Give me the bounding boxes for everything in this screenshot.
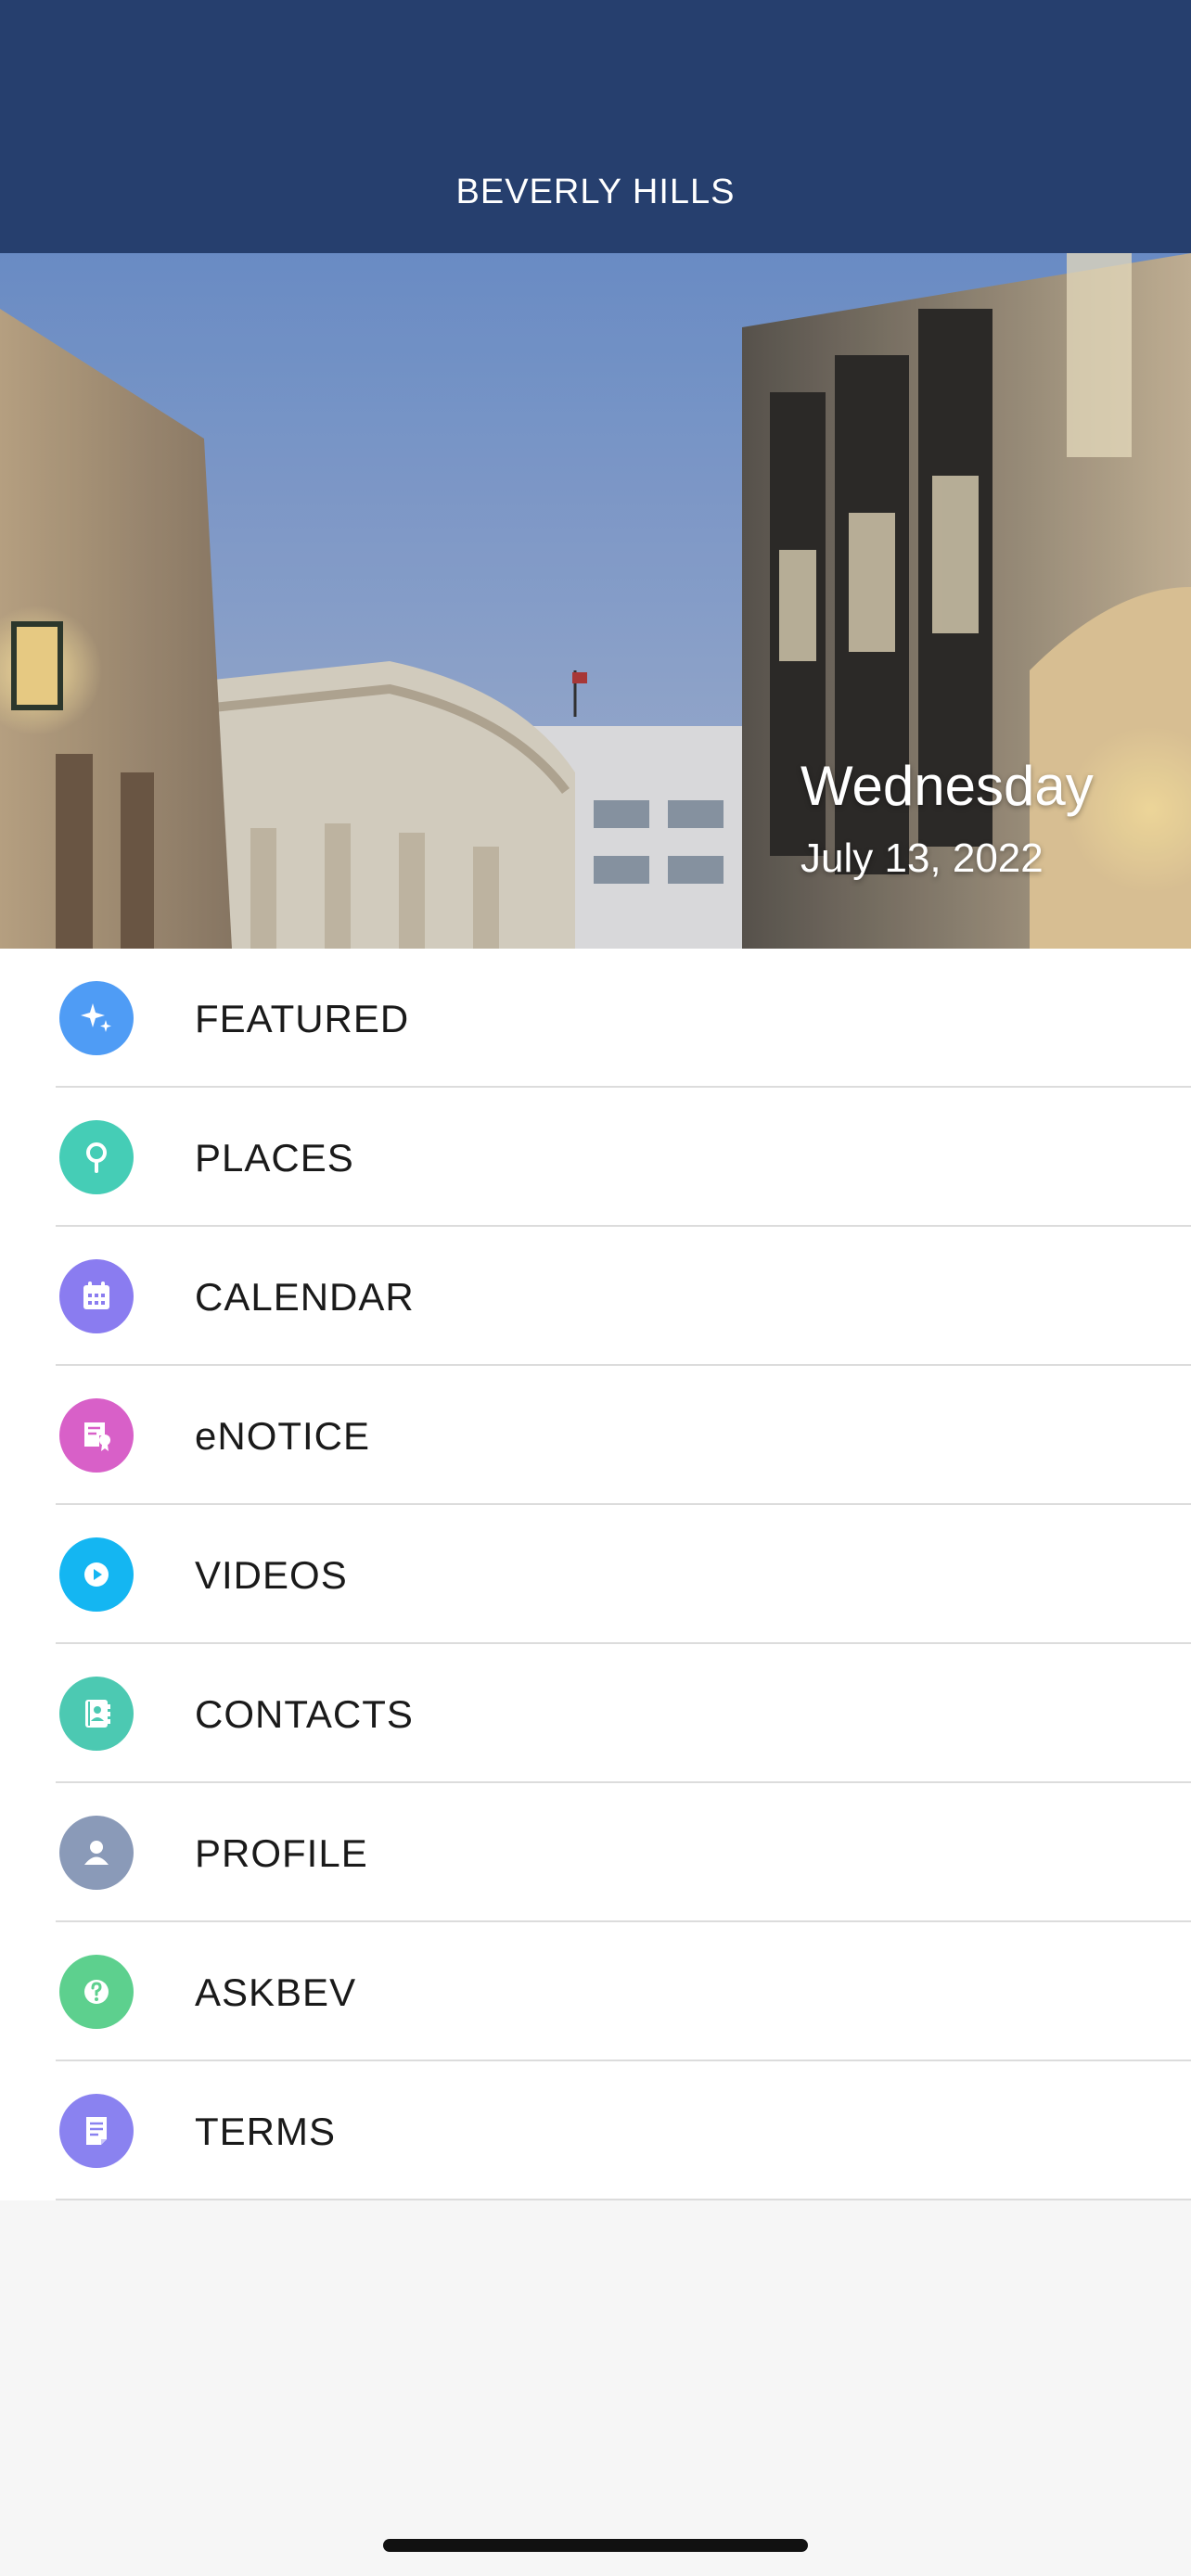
map-pin-icon — [59, 1120, 134, 1194]
menu-label: FEATURED — [195, 997, 410, 1040]
menu-label: CALENDAR — [195, 1275, 415, 1319]
menu-item-profile[interactable]: PROFILE — [0, 1783, 1191, 1922]
menu-label: PLACES — [195, 1136, 354, 1180]
sparkle-icon — [59, 981, 134, 1055]
address-book-icon — [59, 1677, 134, 1751]
menu-label: ASKBEV — [195, 1970, 357, 2014]
page-title: BEVERLY HILLS — [455, 172, 736, 211]
menu-item-contacts[interactable]: CONTACTS — [0, 1644, 1191, 1783]
menu-item-videos[interactable]: VIDEOS — [0, 1505, 1191, 1644]
menu-item-terms[interactable]: TERMS — [0, 2061, 1191, 2200]
menu-item-enotice[interactable]: eNOTICE — [0, 1366, 1191, 1505]
document-icon — [59, 2094, 134, 2168]
menu-item-askbev[interactable]: ASKBEV — [0, 1922, 1191, 2061]
date-label: July 13, 2022 — [800, 835, 1044, 881]
menu-label: CONTACTS — [195, 1692, 414, 1736]
main-menu: FEATURED PLACES CALENDAR eNOTICE VIDEOS … — [0, 949, 1191, 2200]
calendar-icon — [59, 1259, 134, 1333]
menu-label: VIDEOS — [195, 1553, 348, 1597]
play-icon — [59, 1537, 134, 1612]
person-icon — [59, 1816, 134, 1890]
hero-banner: Wednesday July 13, 2022 — [0, 253, 1191, 949]
menu-item-places[interactable]: PLACES — [0, 1088, 1191, 1227]
question-icon — [59, 1955, 134, 2029]
menu-item-calendar[interactable]: CALENDAR — [0, 1227, 1191, 1366]
home-indicator[interactable] — [383, 2539, 808, 2552]
menu-label: eNOTICE — [195, 1414, 371, 1458]
certificate-icon — [59, 1398, 134, 1473]
weekday-label: Wednesday — [800, 755, 1094, 817]
menu-item-featured[interactable]: FEATURED — [0, 949, 1191, 1088]
menu-label: PROFILE — [195, 1831, 368, 1875]
menu-label: TERMS — [195, 2110, 336, 2153]
nav-header: BEVERLY HILLS — [0, 0, 1191, 253]
